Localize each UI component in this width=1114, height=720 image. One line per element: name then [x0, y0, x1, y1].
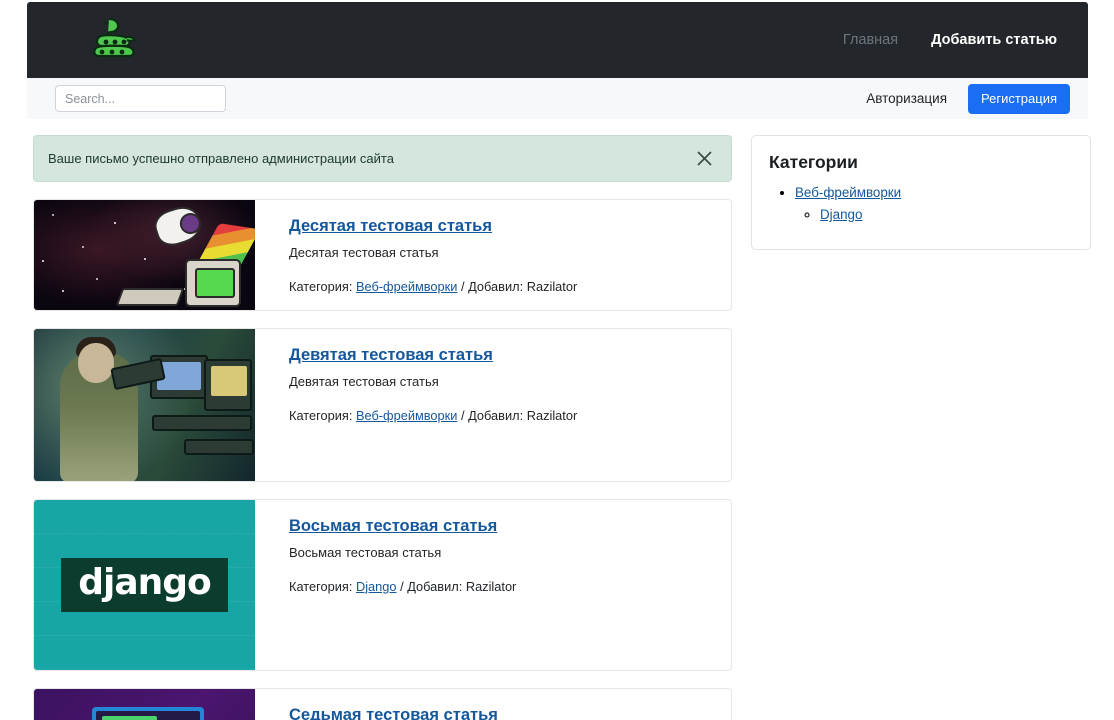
thumb-space-art: [34, 200, 255, 310]
category-sublist: Django: [795, 206, 1072, 224]
search-auth-bar: Авторизация Регистрация: [27, 78, 1088, 119]
article-body: Десятая тестовая статья Десятая тестовая…: [255, 200, 731, 310]
auth-area: Авторизация Регистрация: [866, 83, 1070, 114]
laptop-screen: [96, 711, 200, 720]
meta-category-link[interactable]: Веб-фреймворки: [356, 279, 457, 294]
meta-author: Razilator: [526, 278, 578, 294]
keyboard-graphic: [184, 439, 254, 455]
categories-title: Категории: [769, 152, 858, 172]
meta-author-label: Добавил:: [468, 278, 524, 294]
meta-separator: /: [460, 278, 465, 294]
register-button[interactable]: Регистрация: [968, 83, 1070, 114]
article-body: Восьмая тестовая статья Восьмая тестовая…: [255, 500, 731, 670]
article-meta: Категория: Django / Добавил: Razilator: [289, 579, 713, 594]
alert-message: Ваше письмо успешно отправлено администр…: [48, 151, 394, 166]
meta-category-label: Категория:: [289, 578, 353, 594]
meta-category-label: Категория:: [289, 278, 353, 294]
retro-hacker-image: [34, 329, 255, 481]
article-description: Десятая тестовая статья: [289, 244, 439, 260]
sidebar-column: Категории Веб-фреймворки Django: [751, 119, 1091, 250]
article-title-link[interactable]: Десятая тестовая статья: [289, 217, 492, 237]
main-column: Ваше письмо успешно отправлено администр…: [33, 119, 732, 720]
close-icon-svg: [696, 151, 712, 166]
snake-logo-icon-svg: [93, 17, 137, 58]
success-alert: Ваше письмо успешно отправлено администр…: [33, 135, 732, 182]
nav-link-home[interactable]: Главная: [843, 32, 898, 48]
list-item: Веб-фреймворки Django: [795, 184, 1072, 224]
head-graphic: [78, 343, 114, 383]
categories-panel: Категории Веб-фреймворки Django: [751, 135, 1091, 250]
thumb-purple-art: [34, 689, 255, 720]
thumb-retro-art: [34, 329, 255, 481]
desk-graphic: [152, 415, 252, 431]
meta-category-label: Категория:: [289, 407, 353, 423]
keyboard-graphic: [115, 288, 185, 306]
meta-separator: /: [400, 578, 404, 594]
top-navbar: Главная Добавить статью: [27, 2, 1088, 78]
article-body: Девятая тестовая статья Девятая тестовая…: [255, 329, 731, 481]
category-list: Веб-фреймворки Django: [769, 184, 1072, 224]
list-item: Django: [820, 206, 1072, 224]
meta-author: Razilator: [465, 578, 517, 594]
category-link-web-frameworks[interactable]: Веб-фреймворки: [795, 185, 901, 200]
table-row[interactable]: Десятая тестовая статья Десятая тестовая…: [33, 199, 732, 311]
thumb-django-art: django: [34, 500, 255, 670]
category-link-django[interactable]: Django: [820, 207, 862, 222]
nav-links: Главная Добавить статью: [843, 32, 1057, 48]
article-meta: Категория: Веб-фреймворки / Добавил: Raz…: [289, 408, 713, 423]
laptop-graphic: [92, 707, 204, 720]
meta-author-label: Добавил:: [468, 407, 524, 423]
snake-logo-icon[interactable]: [84, 12, 142, 68]
table-row[interactable]: Девятая тестовая статья Девятая тестовая…: [33, 328, 732, 482]
django-logo-image: django: [34, 500, 255, 670]
article-title-link[interactable]: Восьмая тестовая статья: [289, 517, 497, 537]
article-title-link[interactable]: Девятая тестовая статья: [289, 346, 493, 366]
meta-category-link[interactable]: Веб-фреймворки: [356, 408, 457, 423]
article-body: Седьмая тестовая статья Седьмая тестовая…: [255, 689, 731, 720]
django-wordmark: django: [61, 558, 228, 612]
meta-category-link[interactable]: Django: [356, 579, 397, 594]
search-input[interactable]: [55, 85, 226, 112]
retro-computer-graphic: [185, 259, 241, 307]
login-link[interactable]: Авторизация: [866, 91, 947, 106]
article-title-link[interactable]: Седьмая тестовая статья: [289, 706, 498, 720]
article-description: Восьмая тестовая статья: [289, 544, 442, 560]
page-root: Главная Добавить статью Авторизация Реги…: [0, 0, 1114, 720]
meta-author-label: Добавил:: [407, 578, 463, 594]
space-astronaut-image: [34, 200, 255, 310]
astronaut-graphic: [150, 201, 206, 251]
meta-author: Razilator: [526, 407, 578, 423]
article-description: Девятая тестовая статья: [289, 373, 439, 389]
meta-separator: /: [460, 407, 465, 423]
purple-laptop-image: [34, 689, 255, 720]
nav-link-add-article[interactable]: Добавить статью: [931, 32, 1057, 48]
content-area: Ваше письмо успешно отправлено администр…: [0, 119, 1114, 720]
close-icon[interactable]: [691, 146, 717, 172]
article-meta: Категория: Веб-фреймворки / Добавил: Raz…: [289, 279, 713, 294]
table-row[interactable]: django Восьмая тестовая статья Восьмая т…: [33, 499, 732, 671]
table-row[interactable]: Седьмая тестовая статья Седьмая тестовая…: [33, 688, 732, 720]
monitor-graphic: [204, 359, 252, 411]
